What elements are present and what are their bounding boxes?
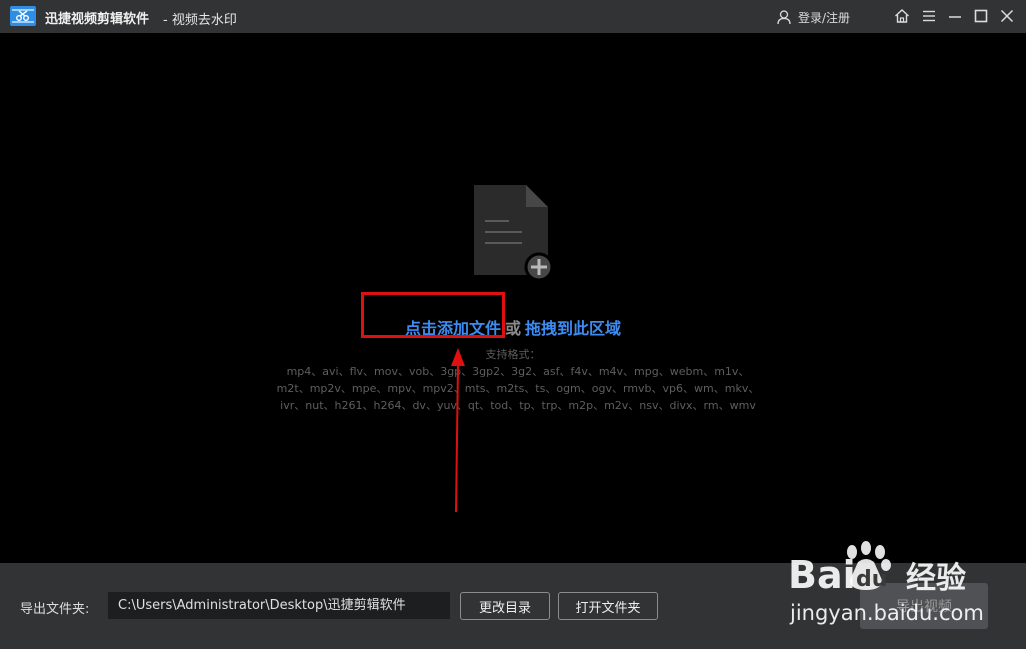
login-label: 登录/注册 <box>798 10 851 25</box>
title-bar: 迅捷视频剪辑软件 - 视频去水印 登录/注册 <box>0 0 1026 33</box>
app-title: 迅捷视频剪辑软件 <box>45 12 150 27</box>
home-icon <box>895 9 909 23</box>
minimize-button[interactable] <box>945 6 965 26</box>
drop-area[interactable]: 点击添加文件或拖拽到此区域 支持格式： mp4、avi、flv、mov、vob、… <box>0 33 1026 563</box>
output-path-field[interactable]: C:\Users\Administrator\Desktop\迅捷剪辑软件 <box>108 592 450 619</box>
add-file-icon[interactable] <box>472 183 556 283</box>
close-button[interactable] <box>997 6 1017 26</box>
user-icon <box>777 9 791 24</box>
home-button[interactable] <box>892 6 912 26</box>
formats-line-3: ivr、nut、h261、h264、dv、yuv、qt、tod、tp、trp、m… <box>280 399 756 412</box>
close-icon <box>1000 9 1014 23</box>
bottom-bar: 导出文件夹: C:\Users\Administrator\Desktop\迅捷… <box>0 563 1026 649</box>
or-label: 或 <box>504 319 521 338</box>
menu-icon <box>923 10 935 22</box>
login-button[interactable]: 登录/注册 <box>777 7 850 27</box>
open-folder-button[interactable]: 打开文件夹 <box>558 592 658 620</box>
page-subtitle: - 视频去水印 <box>163 13 237 28</box>
formats-line-2: m2t、mp2v、mpe、mpv、mpv2、mts、m2ts、ts、ogm、og… <box>276 382 760 395</box>
drag-here-link[interactable]: 拖拽到此区域 <box>525 319 621 338</box>
annotation-arrow <box>451 348 465 513</box>
maximize-icon <box>974 9 988 23</box>
highlight-annotation-box <box>361 292 505 338</box>
export-video-button[interactable]: 导出视频 <box>860 583 988 629</box>
output-folder-label: 导出文件夹: <box>20 602 90 617</box>
minimize-icon <box>949 16 961 18</box>
app-logo-icon <box>10 6 36 26</box>
menu-button[interactable] <box>919 6 939 26</box>
change-directory-button[interactable]: 更改目录 <box>460 592 550 620</box>
formats-line-1: mp4、avi、flv、mov、vob、3gp、3gp2、3g2、asf、f4v… <box>286 365 750 378</box>
add-file-row: 点击添加文件或拖拽到此区域 <box>0 315 1026 339</box>
maximize-button[interactable] <box>971 6 991 26</box>
supported-formats-title: 支持格式： <box>485 348 541 361</box>
